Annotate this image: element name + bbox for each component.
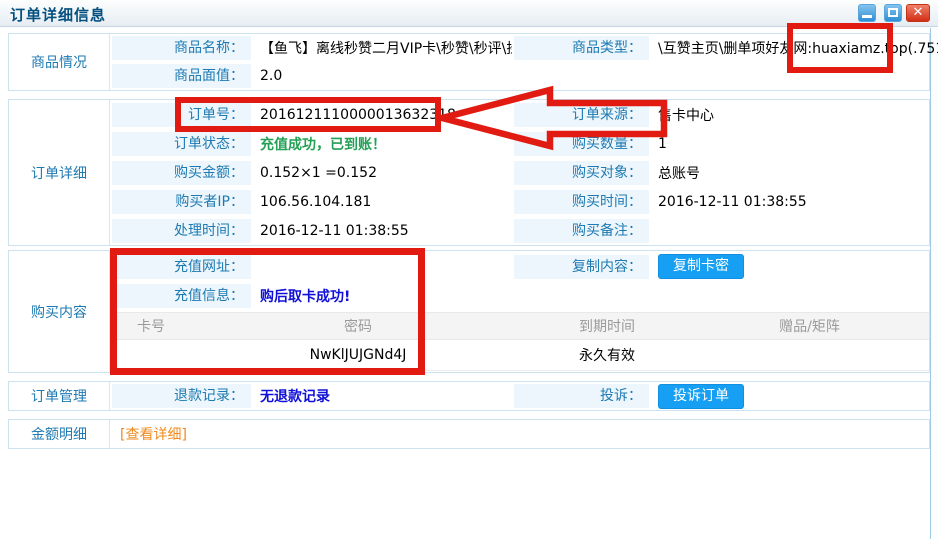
process-time-value: 2016-12-11 01:38:55: [251, 223, 512, 239]
complaint-label: 投诉：: [514, 384, 649, 408]
row-buy-amount: 购买金额： 0.152×1 =0.152 购买对象： 总账号: [110, 158, 929, 187]
row-refund: 退款记录： 无退款记录 投诉： 投诉订单: [110, 382, 929, 410]
face-value-label: 商品面值：: [112, 64, 251, 88]
section-product-info: 商品情况 商品名称： 【鱼飞】离线秒赞二月VIP卡\秒赞\秒评\挂机 商品类型：…: [8, 33, 930, 91]
buyer-ip-value: 106.56.104.181: [251, 194, 512, 210]
cell-expire-time: 永久有效: [524, 345, 690, 365]
card-table-row: NwKlJUJGNd4J 永久有效: [110, 340, 929, 371]
close-button[interactable]: ✕: [906, 4, 930, 22]
minimize-icon: [862, 15, 872, 18]
refund-label: 退款记录：: [112, 384, 251, 408]
product-name-value: 【鱼飞】离线秒赞二月VIP卡\秒赞\秒评\挂机: [251, 38, 512, 58]
buy-amount-value: 0.152×1 =0.152: [251, 165, 512, 181]
buy-target-value: 总账号: [649, 163, 929, 183]
minimize-button[interactable]: [858, 4, 876, 22]
row-amount-detail: [查看详细]: [110, 420, 929, 448]
buy-time-value: 2016-12-11 01:38:55: [649, 194, 929, 210]
buy-time-label: 购买时间：: [514, 190, 649, 214]
title-bar: 订单详细信息 ✕: [0, 0, 938, 27]
product-name-label: 商品名称：: [112, 36, 251, 60]
recharge-url-label: 充值网址：: [112, 255, 251, 279]
group-label-order: 订单详细: [9, 100, 110, 245]
product-type-label: 商品类型：: [514, 36, 649, 60]
order-source-value: 售卡中心: [649, 105, 929, 125]
page-title: 订单详细信息: [10, 4, 106, 25]
row-product-face-value: 商品面值： 2.0: [110, 62, 938, 90]
buy-amount-label: 购买金额：: [112, 161, 251, 185]
maximize-button[interactable]: [884, 4, 902, 22]
buy-quantity-value: 1: [649, 136, 929, 152]
order-status-value: 充值成功，已到账！: [251, 134, 512, 154]
view-detail-link[interactable]: [查看详细]: [110, 424, 187, 444]
group-label-amount: 金额明细: [9, 420, 110, 448]
content-panel: 商品情况 商品名称： 【鱼飞】离线秒赞二月VIP卡\秒赞\秒评\挂机 商品类型：…: [0, 28, 931, 539]
copy-content-label: 复制内容：: [514, 255, 649, 279]
section-amount-detail: 金额明细 [查看详细]: [8, 419, 930, 449]
order-number-label: 订单号：: [112, 103, 251, 127]
face-value-value: 2.0: [251, 68, 512, 84]
copy-card-secret-button[interactable]: 复制卡密: [658, 254, 744, 279]
row-process-time: 处理时间： 2016-12-11 01:38:55 购买备注：: [110, 216, 929, 245]
buy-remark-label: 购买备注：: [514, 219, 649, 243]
row-buyer-ip: 购买者IP： 106.56.104.181 购买时间： 2016-12-11 0…: [110, 187, 929, 216]
col-gift-matrix: 赠品/矩阵: [690, 316, 929, 336]
order-status-label: 订单状态：: [112, 132, 251, 156]
process-time-label: 处理时间：: [112, 219, 251, 243]
refund-value: 无退款记录: [251, 386, 512, 406]
recharge-info-value: 购后取卡成功!: [251, 286, 512, 306]
group-label-content: 购买内容: [9, 251, 110, 372]
recharge-info-label: 充值信息：: [112, 284, 251, 308]
card-table-header: 卡号 密码 到期时间 赠品/矩阵: [110, 312, 929, 340]
order-source-label: 订单来源：: [514, 103, 649, 127]
maximize-icon: [888, 8, 898, 17]
group-label-manage: 订单管理: [9, 382, 110, 410]
row-recharge-info: 充值信息： 购后取卡成功!: [110, 281, 929, 310]
col-password: 密码: [192, 316, 524, 336]
section-order-detail: 订单详细 订单号： 2016121110000013632318 订单来源： 售…: [8, 99, 930, 246]
buy-target-label: 购买对象：: [514, 161, 649, 185]
complain-order-button[interactable]: 投诉订单: [658, 384, 744, 409]
section-order-manage: 订单管理 退款记录： 无退款记录 投诉： 投诉订单: [8, 381, 930, 411]
card-table: 卡号 密码 到期时间 赠品/矩阵 NwKlJUJGNd4J 永久有效: [110, 312, 929, 371]
cell-password: NwKlJUJGNd4J: [192, 347, 524, 363]
buy-quantity-label: 购买数量：: [514, 132, 649, 156]
section-purchase-content: 购买内容 充值网址： 复制内容： 复制卡密 充值信息： 购后取卡成功! 卡号 密…: [8, 250, 930, 373]
product-type-value: \互赞主页\删单项好友网:huaxiamz.top(.7517: [649, 38, 938, 58]
row-product-name: 商品名称： 【鱼飞】离线秒赞二月VIP卡\秒赞\秒评\挂机 商品类型： \互赞主…: [110, 34, 938, 62]
row-order-number: 订单号： 2016121110000013632318 订单来源： 售卡中心: [110, 100, 929, 129]
col-expire-time: 到期时间: [524, 316, 690, 336]
group-label-product: 商品情况: [9, 34, 110, 90]
buyer-ip-label: 购买者IP：: [112, 190, 251, 214]
row-recharge-url: 充值网址： 复制内容： 复制卡密: [110, 252, 929, 281]
order-number-value: 2016121110000013632318: [251, 107, 512, 123]
row-order-status: 订单状态： 充值成功，已到账！ 购买数量： 1: [110, 129, 929, 158]
col-card-number: 卡号: [110, 316, 192, 336]
